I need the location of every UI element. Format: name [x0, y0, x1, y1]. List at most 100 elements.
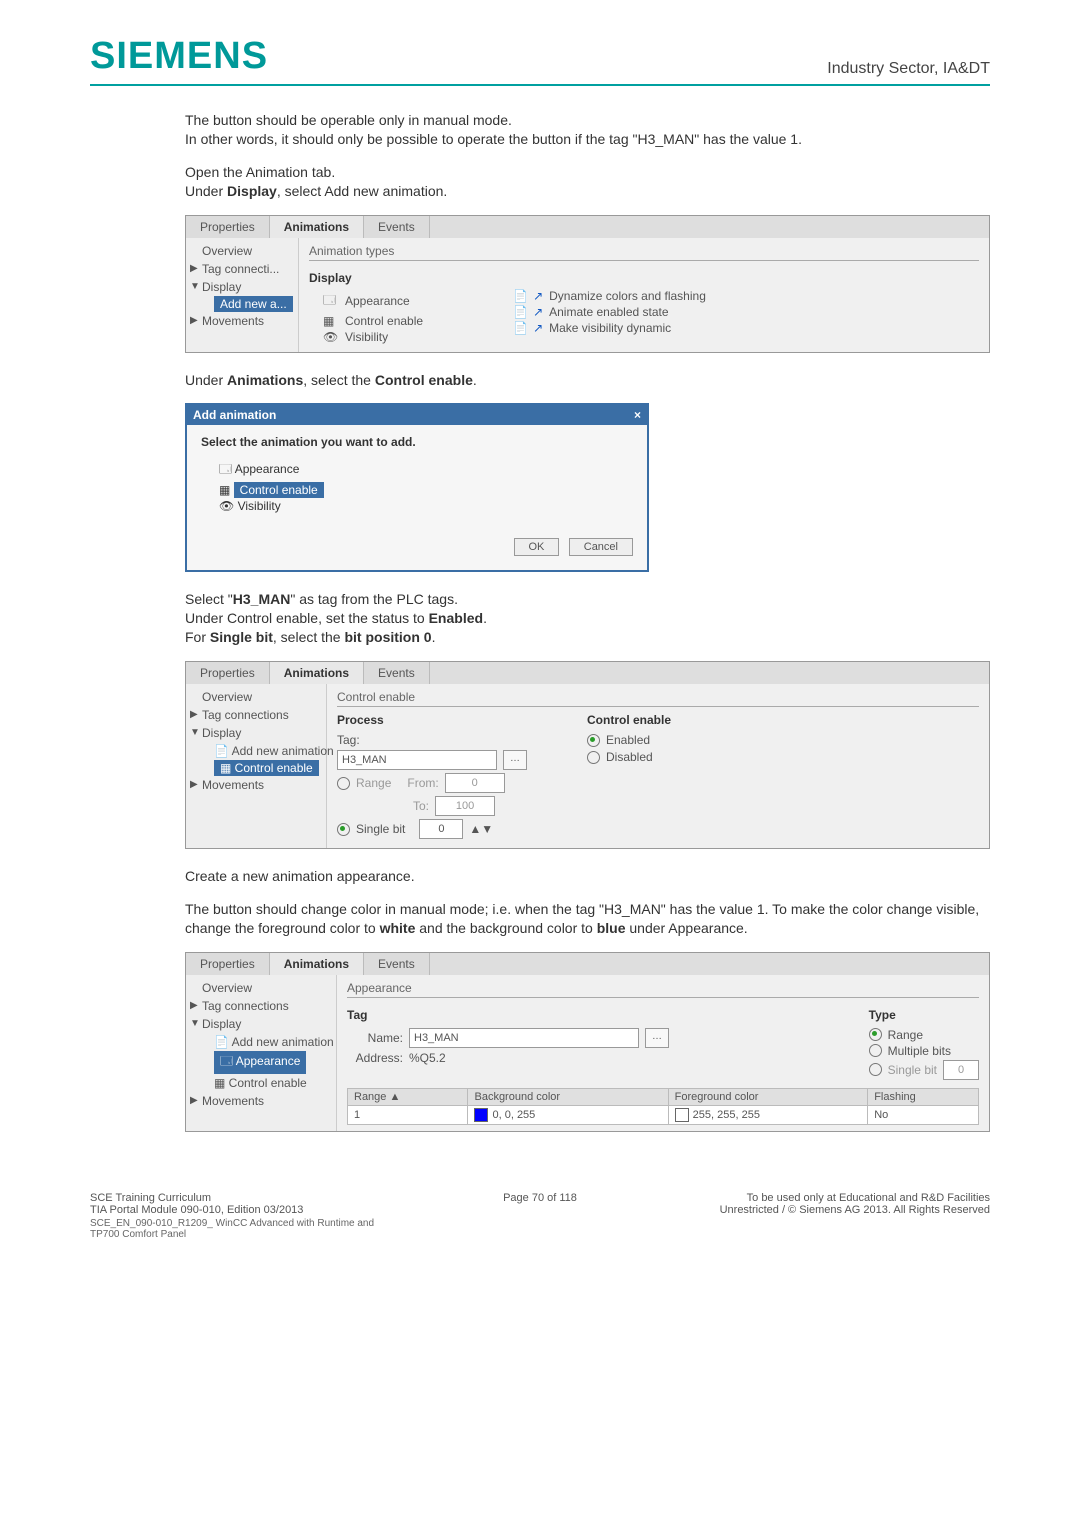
col-flash[interactable]: Flashing — [868, 1088, 979, 1105]
text-bold: white — [380, 920, 416, 936]
list-item[interactable]: 🗔 Appearance — [201, 459, 633, 482]
text: and the background color to — [415, 920, 596, 936]
list-item-selected[interactable]: Control enable — [234, 482, 324, 498]
tag-label: Tag: — [337, 733, 369, 747]
tree-item[interactable]: 📄 Add new animation — [186, 742, 326, 760]
range-label: Range — [888, 1028, 923, 1042]
cell-flash[interactable]: No — [868, 1105, 979, 1124]
single-bit-input[interactable]: 0 — [419, 819, 463, 839]
radio-range[interactable] — [337, 777, 350, 790]
list-item[interactable]: 👁 Visibility — [201, 498, 633, 514]
color-swatch-blue — [474, 1108, 488, 1122]
text: Select " — [185, 591, 233, 607]
text: Under — [185, 183, 227, 199]
text: The button should be operable only in ma… — [185, 112, 512, 128]
col-bg[interactable]: Background color — [468, 1088, 668, 1105]
ok-button[interactable]: OK — [514, 538, 560, 556]
chevron-right-icon: ▶ — [190, 263, 198, 274]
tag-picker-button[interactable]: … — [503, 750, 527, 770]
tree-item-selected[interactable]: Add new a... — [214, 296, 293, 312]
tab-properties[interactable]: Properties — [186, 662, 270, 684]
tab-animations[interactable]: Animations — [270, 953, 364, 975]
spinner-icon[interactable]: ▲▼ — [469, 822, 493, 836]
tab-animations[interactable]: Animations — [270, 216, 364, 238]
tree-item[interactable]: Overview — [186, 688, 326, 706]
tree-item[interactable]: Overview — [186, 979, 336, 997]
address-value: %Q5.2 — [409, 1051, 446, 1065]
close-icon[interactable]: × — [634, 408, 641, 422]
tree-item[interactable]: ▼Display — [186, 278, 298, 296]
dyn-option[interactable]: 📄↗Animate enabled state — [513, 305, 706, 319]
tree-item[interactable]: Overview — [186, 242, 298, 260]
radio-disabled[interactable] — [587, 751, 600, 764]
option-label: Visibility — [345, 330, 388, 344]
col-range[interactable]: Range ▲ — [348, 1088, 468, 1105]
tree-item[interactable]: ▼Display — [186, 724, 326, 742]
appearance-table: Range ▲ Background color Foreground colo… — [347, 1088, 979, 1125]
text-bold: H3_MAN — [233, 591, 291, 607]
dyn-option[interactable]: 📄↗Dynamize colors and flashing — [513, 289, 706, 303]
text-bold: Display — [227, 183, 277, 199]
radio-single-bit[interactable] — [337, 823, 350, 836]
visibility-icon: 👁 — [323, 330, 339, 344]
to-label: To: — [413, 799, 429, 813]
option-visibility[interactable]: 👁 Visibility — [309, 330, 423, 344]
tab-events[interactable]: Events — [364, 662, 430, 684]
from-input[interactable]: 0 — [445, 773, 505, 793]
tab-events[interactable]: Events — [364, 216, 430, 238]
col-fg[interactable]: Foreground color — [668, 1088, 868, 1105]
cell-range[interactable]: 1 — [348, 1105, 468, 1124]
cell-fg[interactable]: 255, 255, 255 — [668, 1105, 868, 1124]
tree-item[interactable]: ▼Display — [186, 1015, 336, 1033]
radio-single-bit[interactable] — [869, 1063, 882, 1076]
paragraph: The button should change color in manual… — [185, 900, 990, 938]
single-bit-input[interactable]: 0 — [943, 1060, 979, 1080]
tag-input[interactable]: H3_MAN — [337, 750, 497, 770]
text-bold: Animations — [227, 372, 303, 388]
name-input[interactable]: H3_MAN — [409, 1028, 639, 1048]
tree-item-selected[interactable]: ▦ Control enable — [214, 760, 319, 776]
text: In other words, it should only be possib… — [185, 131, 802, 147]
radio-multi-bits[interactable] — [869, 1044, 882, 1057]
tree-item[interactable]: ▶Tag connections — [186, 706, 326, 724]
radio-enabled[interactable] — [587, 734, 600, 747]
tab-animations[interactable]: Animations — [270, 662, 364, 684]
tab-properties[interactable]: Properties — [186, 953, 270, 975]
dyn-option[interactable]: 📄↗Make visibility dynamic — [513, 321, 706, 335]
text: , select the — [273, 629, 345, 645]
group-heading: Process — [337, 713, 527, 727]
to-input[interactable]: 100 — [435, 796, 495, 816]
option-control-enable[interactable]: ▦Control enable — [309, 314, 423, 328]
add-icon: 📄 — [513, 321, 527, 335]
tree-item[interactable]: ▶ Tag connections — [186, 997, 336, 1015]
tree-item[interactable]: ▶Movements — [186, 776, 326, 794]
radio-range[interactable] — [869, 1028, 882, 1041]
tree-label: Tag connections — [202, 999, 289, 1013]
appearance-icon: 🗔 — [323, 291, 339, 312]
tree-item[interactable]: ▦ Control enable — [186, 1074, 336, 1092]
tree-item[interactable]: ▶Movements — [186, 1092, 336, 1110]
chevron-right-icon: ▶ — [190, 1000, 198, 1011]
chevron-down-icon: ▼ — [190, 1018, 200, 1029]
single-bit-label: Single bit — [888, 1063, 937, 1077]
tree-item[interactable]: 📄 Add new animation — [186, 1033, 336, 1051]
tree-item-selected[interactable]: 🗔 Appearance — [214, 1051, 306, 1074]
option-appearance[interactable]: 🗔Appearance — [309, 291, 423, 312]
cell-bg[interactable]: 0, 0, 255 — [468, 1105, 668, 1124]
color-swatch-white — [675, 1108, 689, 1122]
page-header: SIEMENS Industry Sector, IA&DT — [90, 35, 990, 86]
add-icon: 📄 — [513, 289, 527, 303]
tree-item[interactable]: ▶Tag connecti... — [186, 260, 298, 278]
tag-picker-button[interactable]: … — [645, 1028, 669, 1048]
text: Open the Animation tab. — [185, 164, 335, 180]
dialog-title: Add animation — [193, 408, 276, 422]
tab-properties[interactable]: Properties — [186, 216, 270, 238]
tab-events[interactable]: Events — [364, 953, 430, 975]
table-row[interactable]: 1 0, 0, 255 255, 255, 255 No — [348, 1105, 979, 1124]
text-bold: Single bit — [210, 629, 273, 645]
tree-column: Overview ▶ Tag connections ▼Display 📄 Add… — [186, 975, 337, 1131]
cancel-button[interactable]: Cancel — [569, 538, 633, 556]
tree-item[interactable]: ▶Movements — [186, 312, 298, 330]
siemens-logo: SIEMENS — [90, 35, 268, 78]
paragraph: Open the Animation tab. Under Display, s… — [185, 163, 990, 201]
